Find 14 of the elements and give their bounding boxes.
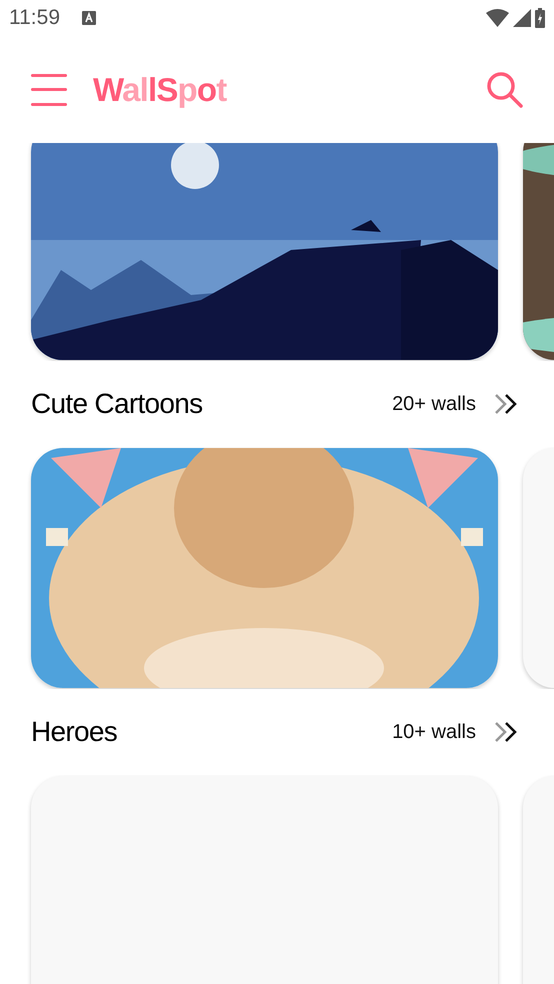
menu-button[interactable] [31,74,67,106]
app-logo: WallSpot [93,70,226,110]
search-button[interactable] [486,70,524,108]
double-chevron-icon [494,721,518,743]
section-title: Heroes [31,715,118,749]
battery-icon [535,8,545,28]
keyboard-icon [82,11,96,25]
signal-icon [513,9,531,27]
double-chevron-icon [494,393,518,415]
see-all-link[interactable]: 20+ walls [392,389,518,419]
wifi-icon [486,9,509,27]
status-time: 11:59 [9,5,60,32]
section-title: Cute Cartoons [31,387,202,421]
see-all-link[interactable]: 10+ walls [392,717,518,747]
